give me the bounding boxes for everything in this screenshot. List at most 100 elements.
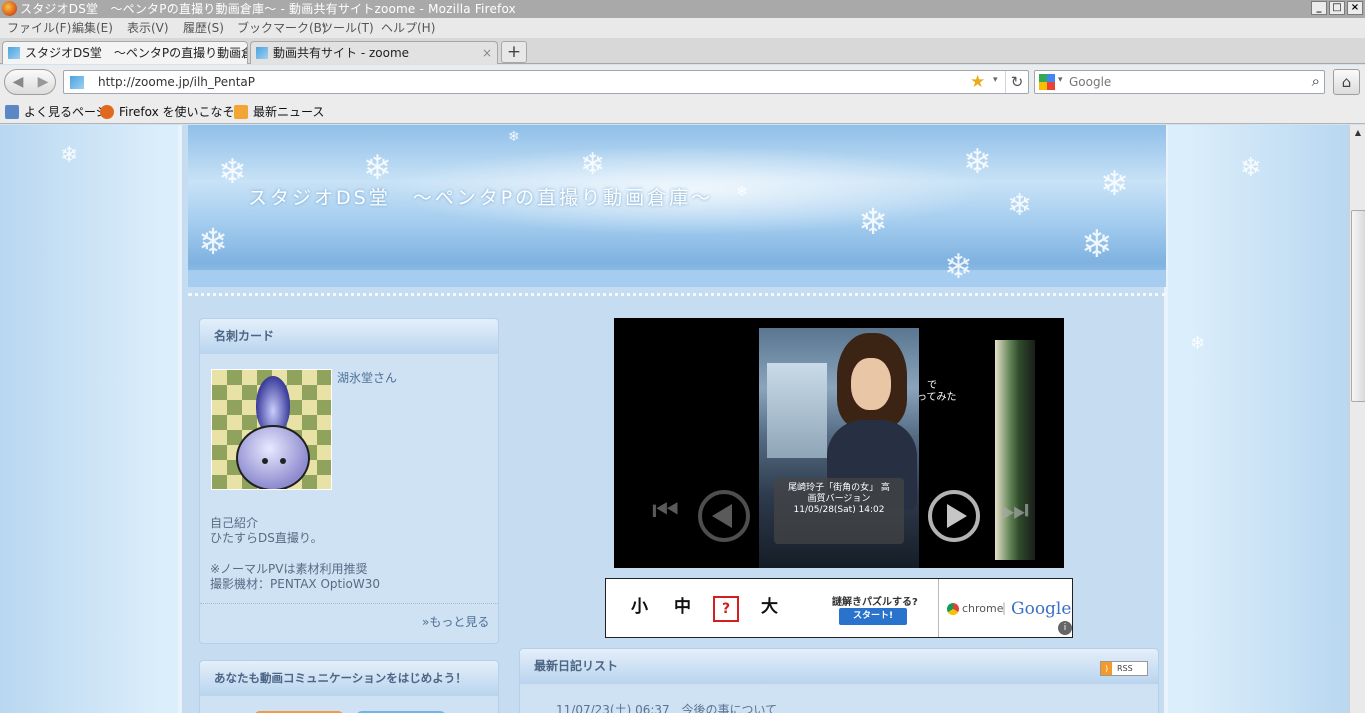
snowflake-icon: ❄ [1081,222,1113,266]
rss-badge[interactable]: ) RSS [1100,661,1148,676]
search-icon[interactable]: ⌕ [1312,72,1320,90]
ad-chrome-text: chrome [962,602,1004,615]
snowflake-icon: ❄ [1100,164,1129,204]
bookmark-label: よく見るページ [24,105,108,119]
video-title-line2: 画質バージョン [807,494,871,504]
forward-button[interactable]: ▶ [33,71,53,93]
bookmarks-toolbar: よく見るページ Firefox を使いこなそう 最新ニュース [0,100,1365,124]
menu-view[interactable]: 表示(V) [127,20,169,36]
snowflake-icon: ❄ [198,222,229,263]
page-container: ❄ ❄ ❄ ❄ ❄ ❄ ❄ ❄ ❄ ❄ ❄ ❄ スタジオDS堂 ～ペンタPの直撮… [178,125,1168,713]
engine-dropdown-icon[interactable]: ▾ [1058,75,1063,85]
promo-box: あなたも動画コミュニケーションをはじめよう！ [199,660,499,713]
diary-heading: 最新日記リスト [520,649,1158,684]
firefox-icon [100,105,114,119]
google-engine-icon[interactable] [1039,74,1055,90]
bookmark-most-visited[interactable]: よく見るページ [5,104,108,120]
ad-start-button[interactable]: スタート! [839,608,907,625]
rss-feed-icon [234,105,248,119]
back-forward-group: ◀ ▶ [4,69,56,95]
search-input[interactable]: Google [1069,74,1111,90]
bookmark-latest-news[interactable]: 最新ニュース [234,104,324,120]
search-bar[interactable]: ▾ Google ⌕ [1034,70,1325,94]
ad-separator: | [1002,601,1007,615]
tab-zoome[interactable]: 動画共有サイト - zoome × [250,41,498,64]
ad-text-medium: 中 [674,597,691,617]
page-viewport: ❄ ❄ ❄ ❄ ❄ ❄ ❄ ❄ ❄ ❄ ❄ ❄ ❄ ❄ ❄ スタジオDS堂 ～ペ… [0,125,1349,713]
diary-entry-date: 11/07/23(土) 06:37 [556,703,670,713]
more-link[interactable]: »もっと見る [422,613,489,630]
diary-entry[interactable]: 11/07/23(土) 06:37 今後の事について [556,701,777,713]
ad-quiz-text: 謎解きパズルする? [832,597,918,608]
window-title-bar: スタジオDS堂 ～ペンタPの直撮り動画倉庫～ - 動画共有サイトzoome - … [0,0,1365,18]
snowflake-icon: ❄ [508,129,520,145]
previous-arrow-icon [712,504,732,528]
bookmark-label: 最新ニュース [253,105,325,119]
video-date: 11/05/28(Sat) 14:02 [793,505,885,515]
zoome-favicon-icon [256,47,268,59]
diary-entry-title[interactable]: 今後の事について [681,703,777,713]
menu-tools[interactable]: ツール(T) [321,20,374,36]
snowflake-icon: ❄ [858,202,889,243]
snowflake-icon: ❄ [944,247,973,287]
snowflake-icon: ❄ [736,184,748,200]
video-caption[interactable]: 尾崎玲子「街角の女」 高 画質バージョン 11/05/28(Sat) 14:02 [774,478,904,544]
user-name-link[interactable]: 湖氷堂さん [337,369,397,386]
vertical-scrollbar[interactable]: ▲ [1349,125,1365,713]
ad-text-large: 大 [761,597,778,617]
snowflake-icon: ❄ [218,152,247,192]
home-button[interactable]: ⌂ [1333,69,1360,95]
address-bar[interactable]: http://zoome.jp/ilh_PentaP ★ ▾ ↻ [63,70,1029,94]
navigation-toolbar: ◀ ▶ http://zoome.jp/ilh_PentaP ★ ▾ ↻ ▾ G… [0,65,1365,100]
minimize-button[interactable]: _ [1311,1,1327,15]
latest-diary-box: 最新日記リスト ) RSS 11/07/23(土) 06:37 今後の事について [519,648,1159,713]
close-tab-icon[interactable]: × [482,42,492,64]
url-text[interactable]: http://zoome.jp/ilh_PentaP [98,74,255,90]
menu-edit[interactable]: 編集(E) [72,20,113,36]
rss-feed-icon: ) [1101,662,1112,675]
restore-button[interactable]: □ [1329,1,1345,15]
menu-history[interactable]: 履歴(S) [183,20,224,36]
play-arrow-icon [947,504,967,528]
intro-title: 自己紹介 [210,516,259,530]
site-title[interactable]: スタジオDS堂 ～ペンタPの直撮り動画倉庫～ [248,183,713,210]
snowflake-icon: ❄ [1007,188,1033,223]
new-tab-button[interactable]: + [501,41,527,63]
avatar[interactable] [211,369,332,490]
scrollbar-thumb[interactable] [1351,210,1365,402]
last-video-icon[interactable]: ⏭ [1002,496,1029,526]
zoome-favicon-icon [8,47,20,59]
tab-label: 動画共有サイト - zoome [273,46,410,60]
intro-text: ひたすらDS直撮り。 [210,531,323,545]
most-visited-icon [5,105,19,119]
bookmark-star-icon[interactable]: ★ [970,72,985,92]
menu-file[interactable]: ファイル(F) [7,20,71,36]
tab-studio-ds[interactable]: スタジオDS堂 ～ペンタPの直撮り動画倉... × [2,41,248,64]
close-tab-icon[interactable]: × [232,42,242,64]
menu-help[interactable]: ヘルプ(H) [381,20,435,36]
google-logo: Google [1011,599,1072,619]
previous-video-button[interactable] [698,490,750,542]
divider [200,603,498,604]
history-dropdown-icon[interactable]: ▾ [993,75,998,85]
ad-info-icon[interactable]: i [1058,621,1072,635]
first-video-icon[interactable]: ⏮ [652,496,679,526]
tab-label: スタジオDS堂 ～ペンタPの直撮り動画倉... [25,46,248,60]
next-video-button[interactable] [928,490,980,542]
tab-bar: スタジオDS堂 ～ペンタPの直撮り動画倉... × 動画共有サイト - zoom… [0,38,1365,64]
close-button[interactable]: × [1347,1,1363,15]
snowflake-icon: ❄ [963,142,992,182]
ad-banner[interactable]: 小 中 ? 大 謎解きパズルする? スタート! chrome | Google … [605,578,1073,638]
bookmark-firefox-guide[interactable]: Firefox を使いこなそう [100,104,247,120]
side-thumbnail-text: で ってみた [917,380,957,403]
firefox-icon [2,1,17,16]
reload-button[interactable]: ↻ [1005,71,1028,93]
promo-heading: あなたも動画コミュニケーションをはじめよう！ [200,661,498,696]
scroll-up-arrow-icon[interactable]: ▲ [1351,125,1365,140]
site-identity-icon[interactable] [70,76,84,89]
profile-card: 名刺カード 湖氷堂さん 自己紹介 ひたすらDS直撮り。 ※ノーマルPVは素材利用… [199,318,499,644]
back-button[interactable]: ◀ [7,71,29,93]
menu-bookmarks[interactable]: ブックマーク(B) [237,20,327,36]
video-carousel-player[interactable]: で ってみた 尾崎玲子「街角の女」 高 画質バージョン 11/05/28(Sat… [614,318,1064,568]
snowflake-icon: ❄ [1190,333,1206,354]
